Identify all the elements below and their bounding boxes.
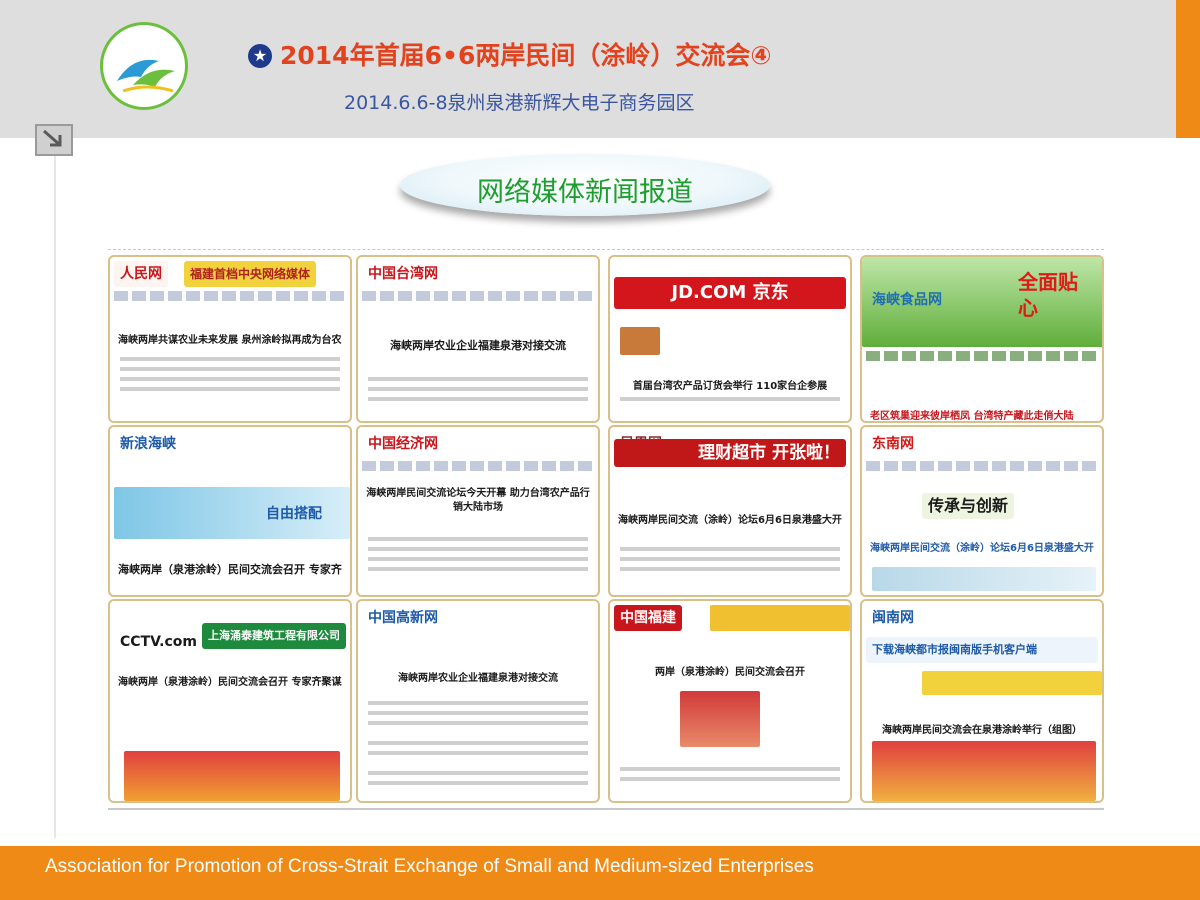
news-headline: 首届台湾农产品订货会举行 110家台企参展 (632, 381, 828, 392)
news-banner-photo (710, 605, 850, 631)
section-label: 网络媒体新闻报道 (400, 154, 770, 216)
news-source: 中国台湾网 (368, 266, 438, 282)
news-headline: 海峡两岸民间交流（涂岭）论坛6月6日泉港盛大开幕 (870, 543, 1094, 554)
news-clipping-7: 凤凰网 理财超市 开张啦！ 海峡两岸民间交流（涂岭）论坛6月6日泉港盛大开幕 (608, 425, 852, 597)
news-clipping-5: 新浪海峡 自由搭配 海峡两岸（泉港涂岭）民间交流会召开 专家齐聚谋发展 (108, 425, 352, 597)
news-banner: 全面贴心 (1018, 270, 1078, 320)
news-source: 中国高新网 (368, 610, 438, 626)
text-line (368, 741, 588, 745)
news-photo (680, 691, 760, 747)
text-line (368, 781, 588, 785)
news-headline: 海峡两岸农业企业福建泉港对接交流 (390, 339, 566, 352)
bottom-divider (108, 808, 1104, 810)
news-clipping-2: 中国台湾网 海峡两岸农业企业福建泉港对接交流 (356, 255, 600, 423)
news-source: 人民网 (114, 261, 168, 287)
text-line (368, 537, 588, 541)
page-title-text: 2014年首届6•6两岸民间（涂岭）交流会④ (280, 41, 772, 70)
text-line (620, 567, 840, 571)
star-icon: ★ (248, 44, 272, 68)
text-line (368, 721, 588, 725)
page-subtitle: 2014.6.6-8泉州泉港新辉大电子商务园区 (344, 92, 695, 114)
text-line (368, 701, 588, 705)
news-source: CCTV.com (120, 634, 197, 650)
text-line (368, 751, 588, 755)
news-photo (872, 741, 1096, 801)
news-clipping-grid: 人民网 福建首档中央网络媒体 海峡两岸共谋农业未来发展 泉州涂岭拟再成为台农“跳… (108, 255, 1104, 803)
news-headline: 海峡两岸（泉港涂岭）民间交流会召开 专家齐聚谋发展 (118, 563, 342, 576)
text-line (120, 367, 340, 371)
footer-band: Association for Promotion of Cross-Strai… (0, 846, 1200, 900)
footer-text: Association for Promotion of Cross-Strai… (45, 856, 814, 877)
news-headline: 老区筑巢迎来彼岸栖凤 台湾特产藏此走俏大陆 (870, 411, 1074, 422)
top-divider (108, 249, 1104, 250)
news-banner: 福建首档中央网络媒体 (184, 261, 317, 287)
accent-strip (1176, 0, 1200, 138)
text-line (620, 557, 840, 561)
news-headline: 海峡两岸民间交流（涂岭）论坛6月6日泉港盛大开幕 (618, 515, 842, 526)
news-clipping-9: CCTV.com 上海涌泰建筑工程有限公司 海峡两岸（泉港涂岭）民间交流会召开 … (108, 599, 352, 803)
text-line (120, 377, 340, 381)
text-line (368, 387, 588, 391)
text-line (368, 711, 588, 715)
news-source: 中国福建 (614, 605, 682, 631)
news-source: 中国经济网 (368, 436, 438, 452)
text-line (120, 357, 340, 361)
left-rule (54, 138, 56, 838)
news-banner: 理财超市 开张啦！ (614, 439, 846, 467)
news-clipping-11: 中国福建 两岸（泉港涂岭）民间交流会召开 (608, 599, 852, 803)
news-headline: 两岸（泉港涂岭）民间交流会召开 (655, 667, 805, 678)
news-clipping-12: 闽南网 下载海峡都市报闽南版手机客户端 海峡两岸民间交流会在泉港涂岭举行（组图） (860, 599, 1104, 803)
news-clipping-1: 人民网 福建首档中央网络媒体 海峡两岸共谋农业未来发展 泉州涂岭拟再成为台农“跳… (108, 255, 352, 423)
news-clipping-6: 中国经济网 海峡两岸民间交流论坛今天开幕 助力台湾农产品行销大陆市场 (356, 425, 600, 597)
news-banner: 下载海峡都市报闽南版手机客户端 (866, 637, 1098, 663)
news-headline: 海峡两岸（泉港涂岭）民间交流会召开 专家齐聚谋发展 (118, 677, 342, 688)
news-source: 东南网 (872, 436, 914, 452)
news-photo (124, 751, 340, 801)
text-line (368, 771, 588, 775)
news-banner: 传承与创新 (922, 493, 1015, 519)
news-clipping-10: 中国高新网 海峡两岸农业企业福建泉港对接交流 (356, 599, 600, 803)
text-line (620, 397, 840, 401)
text-line (620, 777, 840, 781)
news-nav (866, 461, 1098, 471)
text-line (368, 377, 588, 381)
organization-logo (100, 22, 188, 110)
text-line (620, 547, 840, 551)
news-headline: 海峡两岸民间交流会在泉港涂岭举行（组图） (882, 725, 1082, 736)
text-line (120, 387, 340, 391)
news-banner-photo (922, 671, 1102, 695)
news-photo (620, 327, 660, 355)
text-line (368, 557, 588, 561)
text-line (368, 397, 588, 401)
news-nav (866, 351, 1098, 361)
text-line (368, 567, 588, 571)
news-source: JD.COM 京东 (614, 277, 846, 309)
news-clipping-8: 东南网 传承与创新 海峡两岸民间交流（涂岭）论坛6月6日泉港盛大开幕 (860, 425, 1104, 597)
news-banner: 上海涌泰建筑工程有限公司 (202, 623, 346, 649)
section-label-text: 网络媒体新闻报道 (477, 177, 693, 208)
news-headline: 海峡两岸民间交流论坛今天开幕 助力台湾农产品行销大陆市场 (366, 488, 590, 513)
text-line (620, 767, 840, 771)
news-nav (362, 461, 594, 471)
news-banner: 自由搭配 (266, 506, 322, 522)
news-nav (362, 291, 594, 301)
news-source: 新浪海峡 (120, 436, 176, 452)
news-clipping-4: 海峡食品网 全面贴心 老区筑巢迎来彼岸栖凤 台湾特产藏此走俏大陆 (860, 255, 1104, 423)
news-headline: 海峡两岸共谋农业未来发展 泉州涂岭拟再成为台农“跳板” (118, 335, 342, 346)
news-clipping-3: JD.COM 京东 首届台湾农产品订货会举行 110家台企参展 (608, 255, 852, 423)
arrow-corner-icon (35, 124, 73, 156)
news-source: 海峡食品网 (872, 292, 942, 308)
news-photo (872, 567, 1096, 591)
news-headline: 海峡两岸农业企业福建泉港对接交流 (398, 673, 558, 684)
news-source: 闽南网 (872, 610, 914, 626)
text-line (368, 547, 588, 551)
page-title: ★ 2014年首届6•6两岸民间（涂岭）交流会④ (248, 36, 772, 72)
news-nav (114, 291, 346, 301)
